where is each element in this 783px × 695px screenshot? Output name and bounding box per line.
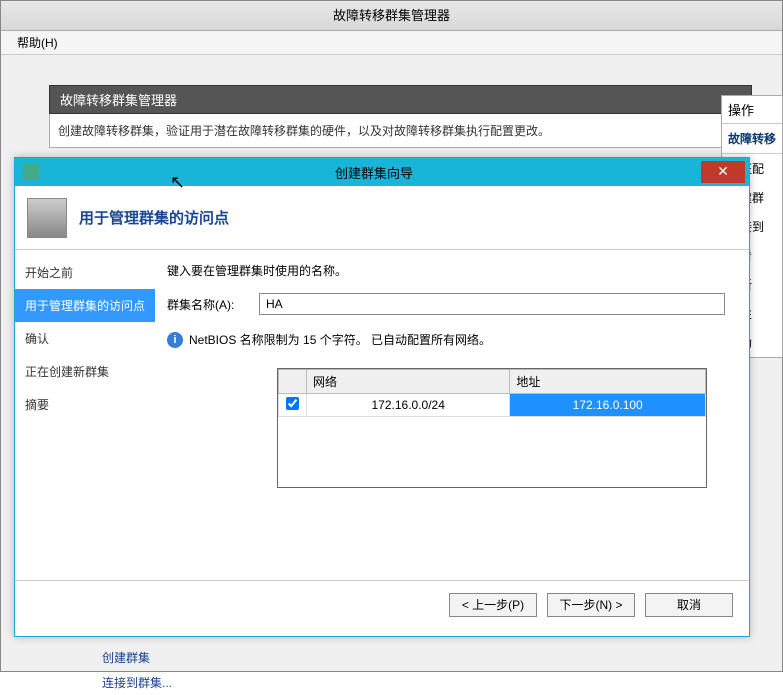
wizard-header: 用于管理群集的访问点 xyxy=(15,186,749,250)
wizard-steps: 开始之前 用于管理群集的访问点 确认 正在创建新群集 摘要 xyxy=(15,250,155,580)
actions-title: 故障转移 xyxy=(722,124,782,154)
next-button[interactable]: 下一步(N) > xyxy=(547,593,635,617)
info-icon: i xyxy=(167,332,183,348)
address-cell[interactable]: 172.16.0.100 xyxy=(510,394,706,417)
netbios-info: i NetBIOS 名称限制为 15 个字符。 已自动配置所有网络。 xyxy=(167,331,725,348)
create-cluster-wizard: 创建群集向导 ✕ 用于管理群集的访问点 开始之前 用于管理群集的访问点 确认 正… xyxy=(14,157,750,637)
wizard-step-confirm[interactable]: 确认 xyxy=(15,322,155,355)
cluster-name-input[interactable] xyxy=(259,293,725,315)
link-create-cluster[interactable]: 创建群集 xyxy=(78,645,172,670)
help-menu[interactable]: 帮助(H) xyxy=(17,36,58,50)
network-cell: 172.16.0.0/24 xyxy=(307,394,510,417)
wizard-app-icon xyxy=(23,164,39,180)
content-area: 故障转移群集管理器 创建故障转移群集，验证用于潜在故障转移群集的硬件，以及对故障… xyxy=(1,55,782,148)
wizard-step-summary[interactable]: 摘要 xyxy=(15,388,155,421)
bottom-links: 创建群集 连接到群集... xyxy=(78,645,172,695)
wizard-body: 开始之前 用于管理群集的访问点 确认 正在创建新群集 摘要 键入要在管理群集时使… xyxy=(15,250,749,580)
col-network: 网络 xyxy=(307,370,510,394)
wizard-prompt: 键入要在管理群集时使用的名称。 xyxy=(167,262,725,279)
cancel-button[interactable]: 取消 xyxy=(645,593,733,617)
wizard-step-creating[interactable]: 正在创建新群集 xyxy=(15,355,155,388)
col-check xyxy=(279,370,307,394)
table-row[interactable]: 172.16.0.0/24 172.16.0.100 xyxy=(279,394,706,417)
panel-header: 故障转移群集管理器 xyxy=(49,85,752,114)
close-button[interactable]: ✕ xyxy=(701,161,745,183)
wizard-main: 键入要在管理群集时使用的名称。 群集名称(A): i NetBIOS 名称限制为… xyxy=(155,250,749,580)
window-title: 故障转移群集管理器 xyxy=(1,1,782,31)
network-table: 网络 地址 172.16.0.0/24 172.16.0.100 xyxy=(277,368,707,488)
wizard-titlebar[interactable]: 创建群集向导 ✕ xyxy=(15,158,749,186)
menubar: 帮助(H) xyxy=(1,31,782,55)
network-checkbox[interactable] xyxy=(286,397,299,410)
wizard-step-before[interactable]: 开始之前 xyxy=(15,256,155,289)
cluster-name-row: 群集名称(A): xyxy=(167,293,725,315)
cluster-name-label: 群集名称(A): xyxy=(167,296,259,313)
wizard-header-title: 用于管理群集的访问点 xyxy=(79,207,229,228)
link-connect-cluster[interactable]: 连接到群集... xyxy=(78,670,172,695)
wizard-footer: < 上一步(P) 下一步(N) > 取消 xyxy=(15,580,749,628)
wizard-title: 创建群集向导 xyxy=(47,163,701,182)
panel-intro: 创建故障转移群集，验证用于潜在故障转移群集的硬件，以及对故障转移群集执行配置更改… xyxy=(49,114,752,148)
netbios-info-text: NetBIOS 名称限制为 15 个字符。 已自动配置所有网络。 xyxy=(189,331,491,348)
wizard-step-access-point[interactable]: 用于管理群集的访问点 xyxy=(15,289,155,322)
actions-head: 操作 xyxy=(722,96,782,124)
wizard-header-icon xyxy=(27,198,67,238)
col-address: 地址 xyxy=(510,370,706,394)
back-button[interactable]: < 上一步(P) xyxy=(449,593,537,617)
